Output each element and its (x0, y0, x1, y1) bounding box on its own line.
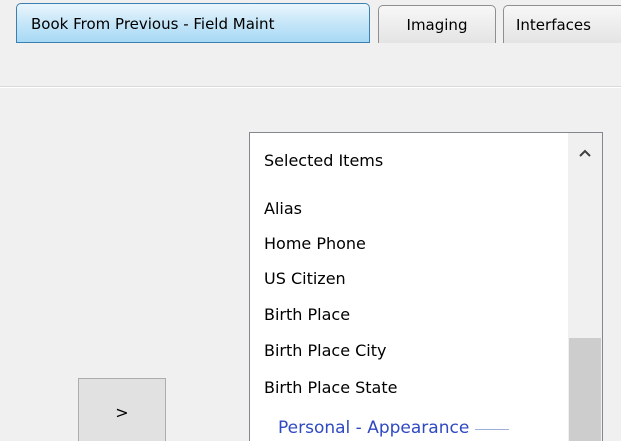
tab-label: Imaging (406, 16, 468, 34)
field-maint-window: Book From Previous - Field Maint Imaging… (0, 0, 621, 441)
tab-bar: Book From Previous - Field Maint Imaging… (0, 0, 621, 50)
list-item[interactable]: Birth Place (264, 305, 350, 324)
tab-label: Book From Previous - Field Maint (31, 15, 275, 33)
vertical-scrollbar[interactable] (568, 133, 602, 441)
list-item[interactable]: Birth Place State (264, 378, 397, 397)
tab-interfaces[interactable]: Interfaces (503, 5, 621, 43)
group-header-rule (475, 428, 510, 430)
add-selected-button[interactable]: > (78, 378, 166, 441)
list-item[interactable]: Alias (264, 199, 302, 218)
divider-highlight (0, 87, 621, 88)
group-header-personal-appearance: Personal - Appearance (278, 418, 510, 438)
tab-book-from-previous-field-maint[interactable]: Book From Previous - Field Maint (16, 3, 370, 43)
tab-imaging[interactable]: Imaging (378, 5, 496, 43)
scrollbar-thumb[interactable] (569, 338, 601, 441)
list-column-header: Selected Items (264, 151, 384, 170)
list-item[interactable]: Birth Place City (264, 341, 386, 360)
tab-label: Interfaces (516, 16, 591, 34)
scroll-up-button[interactable] (568, 133, 602, 173)
list-item[interactable]: Home Phone (264, 234, 366, 253)
list-item[interactable]: US Citizen (264, 269, 346, 288)
selected-items-list[interactable]: Selected Items Alias Home Phone US Citiz… (249, 132, 603, 441)
group-header-label: Personal - Appearance (278, 418, 470, 438)
chevron-up-icon (579, 149, 591, 157)
